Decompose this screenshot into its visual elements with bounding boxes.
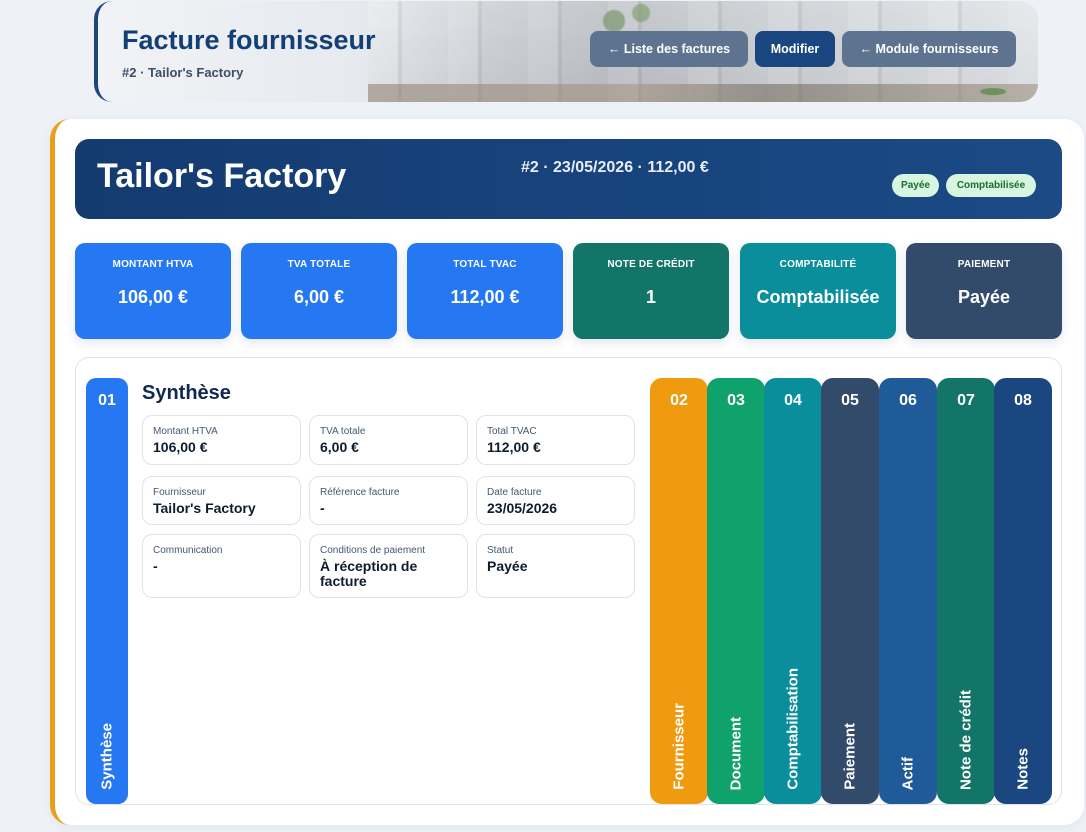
kpi-amount-excl-vat: MONTANT HTVA 106,00 € <box>75 243 231 339</box>
kpi-value: 6,00 € <box>293 287 345 307</box>
tab-supplier[interactable]: 02 Fournisseur <box>650 378 708 804</box>
accordion-panel: 01 Synthèse Synthèse Montant HTVA 106,00… <box>75 357 1062 805</box>
tab-credit-note[interactable]: 07 Note de crédit <box>937 378 995 804</box>
page-header: Facture fournisseur #2 · Tailor's Factor… <box>94 1 1038 102</box>
tab-number: 01 <box>98 392 116 409</box>
field-value: - <box>320 500 325 516</box>
kpi-total-vat: TVA TOTALE 6,00 € <box>241 243 397 339</box>
field-supplier: Fournisseur Tailor's Factory <box>142 476 301 525</box>
tab-label: Note de crédit <box>957 689 975 790</box>
tab-number: 07 <box>957 392 975 409</box>
supplier-module-button[interactable]: ← Module fournisseurs <box>842 31 1016 67</box>
field-value: Tailor's Factory <box>153 500 256 516</box>
tab-label: Fournisseur <box>670 703 688 790</box>
field-label: TVA totale <box>320 426 366 437</box>
kpi-value: Comptabilisée <box>756 287 880 307</box>
tab-label: Comptabilisation <box>784 668 802 790</box>
kpi-label: PAIEMENT <box>957 259 1011 270</box>
field-label: Communication <box>153 545 223 556</box>
invoice-hero: Tailor's Factory #2 · 23/05/2026 · 112,0… <box>75 139 1062 219</box>
header-plant-decoration-2 <box>958 82 1028 98</box>
header-floor-decoration <box>368 84 1038 102</box>
field-status: Statut Payée <box>476 534 635 598</box>
tab-number: 05 <box>841 392 859 409</box>
field-invoice-reference: Référence facture - <box>309 476 468 525</box>
kpi-payment: PAIEMENT Payée <box>906 243 1062 339</box>
invoice-card: Tailor's Factory #2 · 23/05/2026 · 112,0… <box>50 119 1084 825</box>
field-value: À réception de facture <box>320 558 418 589</box>
kpi-total-incl-vat: TOTAL TVAC 112,00 € <box>407 243 563 339</box>
field-value: 23/05/2026 <box>487 500 558 516</box>
kpi-credit-note: NOTE DE CRÉDIT 1 <box>573 243 729 339</box>
field-value: 6,00 € <box>320 439 359 455</box>
tab-label: Paiement <box>841 723 859 790</box>
kpi-label: MONTANT HTVA <box>112 259 194 270</box>
field-label: Statut <box>487 545 514 556</box>
section-title: Synthèse <box>142 382 231 404</box>
kpi-label: COMPTABILITÉ <box>779 259 857 270</box>
tab-label: Actif <box>899 756 917 790</box>
field-label: Conditions de paiement <box>320 545 426 556</box>
field-payment-terms: Conditions de paiement À réception de fa… <box>309 534 468 598</box>
kpi-value: 112,00 € <box>450 287 520 307</box>
tab-label: Document <box>727 716 745 790</box>
field-label: Date facture <box>487 487 542 498</box>
edit-button[interactable]: Modifier <box>755 31 835 67</box>
field-value: 112,00 € <box>487 439 541 455</box>
field-value: - <box>153 558 158 574</box>
status-badge-paid: Payée <box>892 174 939 197</box>
field-amount-excl-vat: Montant HTVA 106,00 € <box>142 415 301 465</box>
invoice-list-button[interactable]: ← Liste des factures <box>590 31 748 67</box>
kpi-label: NOTE DE CRÉDIT <box>607 259 695 270</box>
tab-payment[interactable]: 05 Paiement <box>821 378 879 804</box>
tab-number: 03 <box>727 392 745 409</box>
kpi-value: 106,00 € <box>117 287 189 307</box>
tab-notes[interactable]: 08 Notes <box>994 378 1052 804</box>
tab-label: Synthèse <box>98 723 116 790</box>
page-title: Facture fournisseur <box>122 25 376 55</box>
field-total-incl-vat: Total TVAC 112,00 € <box>476 415 635 465</box>
field-communication: Communication - <box>142 534 301 598</box>
tab-number: 08 <box>1014 392 1032 409</box>
field-value: 106,00 € <box>153 439 208 455</box>
kpi-label: TOTAL TVAC <box>453 259 517 270</box>
invoice-meta: #2 · 23/05/2026 · 112,00 € <box>521 159 709 176</box>
field-invoice-date: Date facture 23/05/2026 <box>476 476 635 525</box>
tab-label: Notes <box>1014 748 1032 790</box>
tab-asset[interactable]: 06 Actif <box>879 378 937 804</box>
tab-accounting[interactable]: 04 Comptabilisation <box>764 378 822 804</box>
field-total-vat: TVA totale 6,00 € <box>309 415 468 465</box>
field-label: Montant HTVA <box>153 426 218 437</box>
kpi-value: Payée <box>957 287 1011 307</box>
field-label: Total TVAC <box>487 426 537 437</box>
tab-number: 02 <box>670 392 688 409</box>
kpi-value: 1 <box>645 287 656 307</box>
kpi-accounting: COMPTABILITÉ Comptabilisée <box>740 243 896 339</box>
tab-number: 04 <box>784 392 802 409</box>
tab-summary[interactable]: 01 Synthèse <box>86 378 128 804</box>
tab-number: 06 <box>899 392 917 409</box>
tab-document[interactable]: 03 Document <box>707 378 765 804</box>
kpi-label: TVA TOTALE <box>287 259 351 270</box>
page-subtitle: #2 · Tailor's Factory <box>122 65 244 80</box>
field-value: Payée <box>487 558 528 574</box>
supplier-name: Tailor's Factory <box>97 157 347 195</box>
field-label: Fournisseur <box>153 487 206 498</box>
status-badge-booked: Comptabilisée <box>946 174 1036 197</box>
field-label: Référence facture <box>320 487 400 498</box>
